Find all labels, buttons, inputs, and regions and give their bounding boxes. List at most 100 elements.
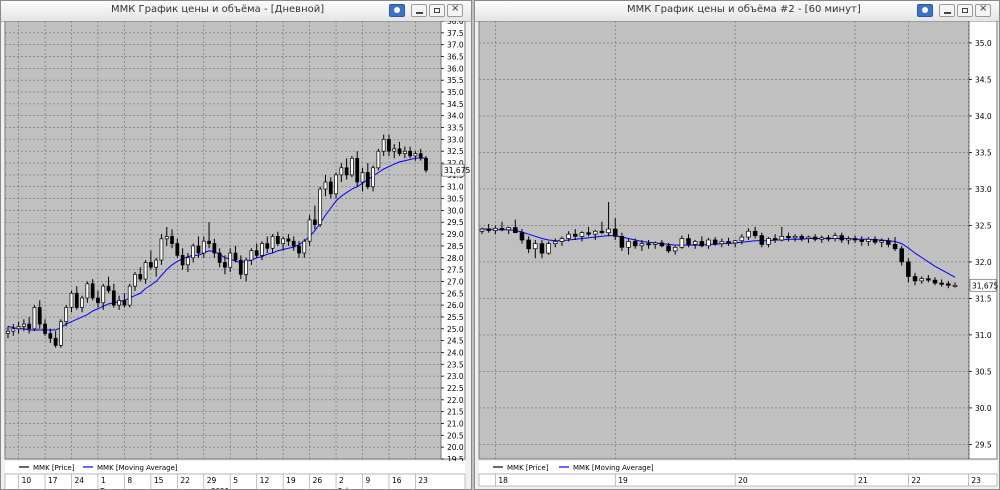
candle-body: [37, 307, 42, 325]
daily-price-chart[interactable]: 38.0 37.5 37.0 36.5 36.0 35.5 35.0 34.5 34.0 33.5…: [1, 21, 471, 489]
minimize-button[interactable]: [939, 4, 955, 17]
candle-body: [127, 285, 132, 306]
candle-body: [381, 139, 386, 152]
candle-body: [244, 259, 248, 275]
y-tick-label: 31.0: [975, 331, 992, 340]
maximize-button[interactable]: [429, 4, 445, 17]
y-tick-label: 31.0: [447, 183, 464, 192]
minimize-icon: [416, 12, 423, 14]
candle-body: [573, 233, 578, 237]
candle-body: [318, 188, 323, 225]
x-tick-label: 2: [339, 476, 344, 485]
plot-area: [4, 21, 442, 460]
y-tick-label: 34.5: [447, 100, 464, 109]
minimize-button[interactable]: [411, 4, 427, 17]
candle-body: [413, 153, 418, 157]
candle-body: [666, 245, 671, 252]
close-button[interactable]: ×: [447, 3, 463, 17]
candle-body: [606, 228, 611, 234]
candle-body: [90, 283, 95, 299]
candle-body: [879, 240, 884, 243]
candle-body: [170, 236, 174, 244]
candle-body: [27, 323, 32, 330]
ma-legend-label: MMK [Moving Average]: [97, 464, 178, 472]
x-tick-label: 21: [858, 476, 868, 485]
window-title: ММК График цены и объёма #2 - [60 минут]: [627, 4, 861, 15]
y-tick-label: 22.0: [447, 396, 464, 405]
title-bar[interactable]: ММК График цены и объёма - [Дневной] ×: [1, 1, 471, 22]
candle-body: [599, 230, 605, 234]
candle-body: [238, 259, 243, 275]
y-tick-label: 25.5: [447, 313, 464, 322]
y-tick-label: 32.5: [447, 147, 464, 156]
candle-body: [11, 328, 16, 332]
y-tick-label: 30.0: [975, 404, 992, 413]
y-axis-panel: [968, 21, 998, 460]
y-tick-label: 34.0: [975, 112, 992, 121]
candle-body: [912, 276, 918, 282]
candle-body: [323, 181, 328, 190]
candle-body: [826, 237, 831, 240]
candle-body: [899, 248, 904, 263]
y-axis-panel: [440, 21, 466, 460]
y-tick-label: 23.5: [447, 360, 464, 369]
x-tick-label: 22: [911, 476, 921, 485]
y-tick-label: 26.5: [447, 289, 464, 298]
candle-body: [275, 236, 280, 244]
candle-body: [32, 307, 37, 330]
y-tick-label: 21.0: [447, 419, 464, 428]
candle-body: [692, 241, 698, 245]
candle-body: [486, 228, 491, 231]
maximize-button[interactable]: [957, 4, 973, 17]
candle-body: [212, 243, 217, 254]
y-tick-label: 23.0: [447, 372, 464, 381]
candle-body: [646, 243, 651, 246]
x-tick-label: 23: [971, 476, 981, 485]
candle-body: [424, 157, 428, 171]
title-bar[interactable]: ММК График цены и объёма #2 - [60 минут]…: [475, 1, 999, 22]
candle-body: [612, 228, 618, 237]
candle-body: [739, 236, 745, 242]
candle-body: [148, 262, 153, 268]
x-tick-label: 8: [127, 476, 132, 485]
candle-body: [365, 172, 370, 188]
close-button[interactable]: ×: [975, 3, 991, 17]
x-tick-label: 19: [618, 476, 628, 485]
candle-body: [513, 227, 518, 234]
pin-button[interactable]: [389, 4, 405, 17]
candle-body: [117, 300, 121, 306]
candle-body: [679, 238, 685, 248]
y-tick-label: 30.0: [447, 206, 464, 215]
candle-body: [946, 283, 951, 286]
window-title: ММК График цены и объёма - [Дневной]: [111, 4, 325, 15]
candle-body: [839, 235, 845, 241]
candle-body: [559, 238, 565, 242]
candle-body: [392, 148, 397, 152]
candle-body: [672, 246, 678, 252]
candle-body: [307, 219, 312, 242]
candle-body: [746, 230, 751, 238]
candle-body: [228, 252, 233, 268]
candle-body: [164, 236, 169, 240]
candle-body: [159, 238, 164, 261]
candle-body: [175, 243, 180, 256]
pin-icon: [394, 7, 400, 13]
candle-body: [223, 262, 227, 268]
candle-body: [43, 323, 47, 334]
daily-chart-window: ММК График цены и объёма - [Дневной] × 3…: [0, 0, 472, 490]
candle-body: [302, 240, 307, 254]
candle-body: [832, 235, 838, 239]
candle-body: [6, 330, 10, 334]
candle-body: [806, 236, 811, 239]
y-tick-label: 33.0: [975, 185, 992, 194]
y-tick-label: 21.5: [447, 408, 464, 417]
candle-body: [111, 290, 116, 306]
candle-body: [699, 241, 705, 247]
y-tick-label: 38.0: [447, 21, 464, 26]
candle-body: [719, 241, 725, 245]
candle-body: [819, 237, 825, 240]
candle-body: [138, 273, 143, 280]
hourly-price-chart[interactable]: 35.0 34.5 34.0 33.5 33.0 32.5 32.0 31.5 31.0 30.5…: [475, 21, 999, 489]
candle-body: [792, 236, 798, 239]
pin-button[interactable]: [917, 4, 933, 17]
